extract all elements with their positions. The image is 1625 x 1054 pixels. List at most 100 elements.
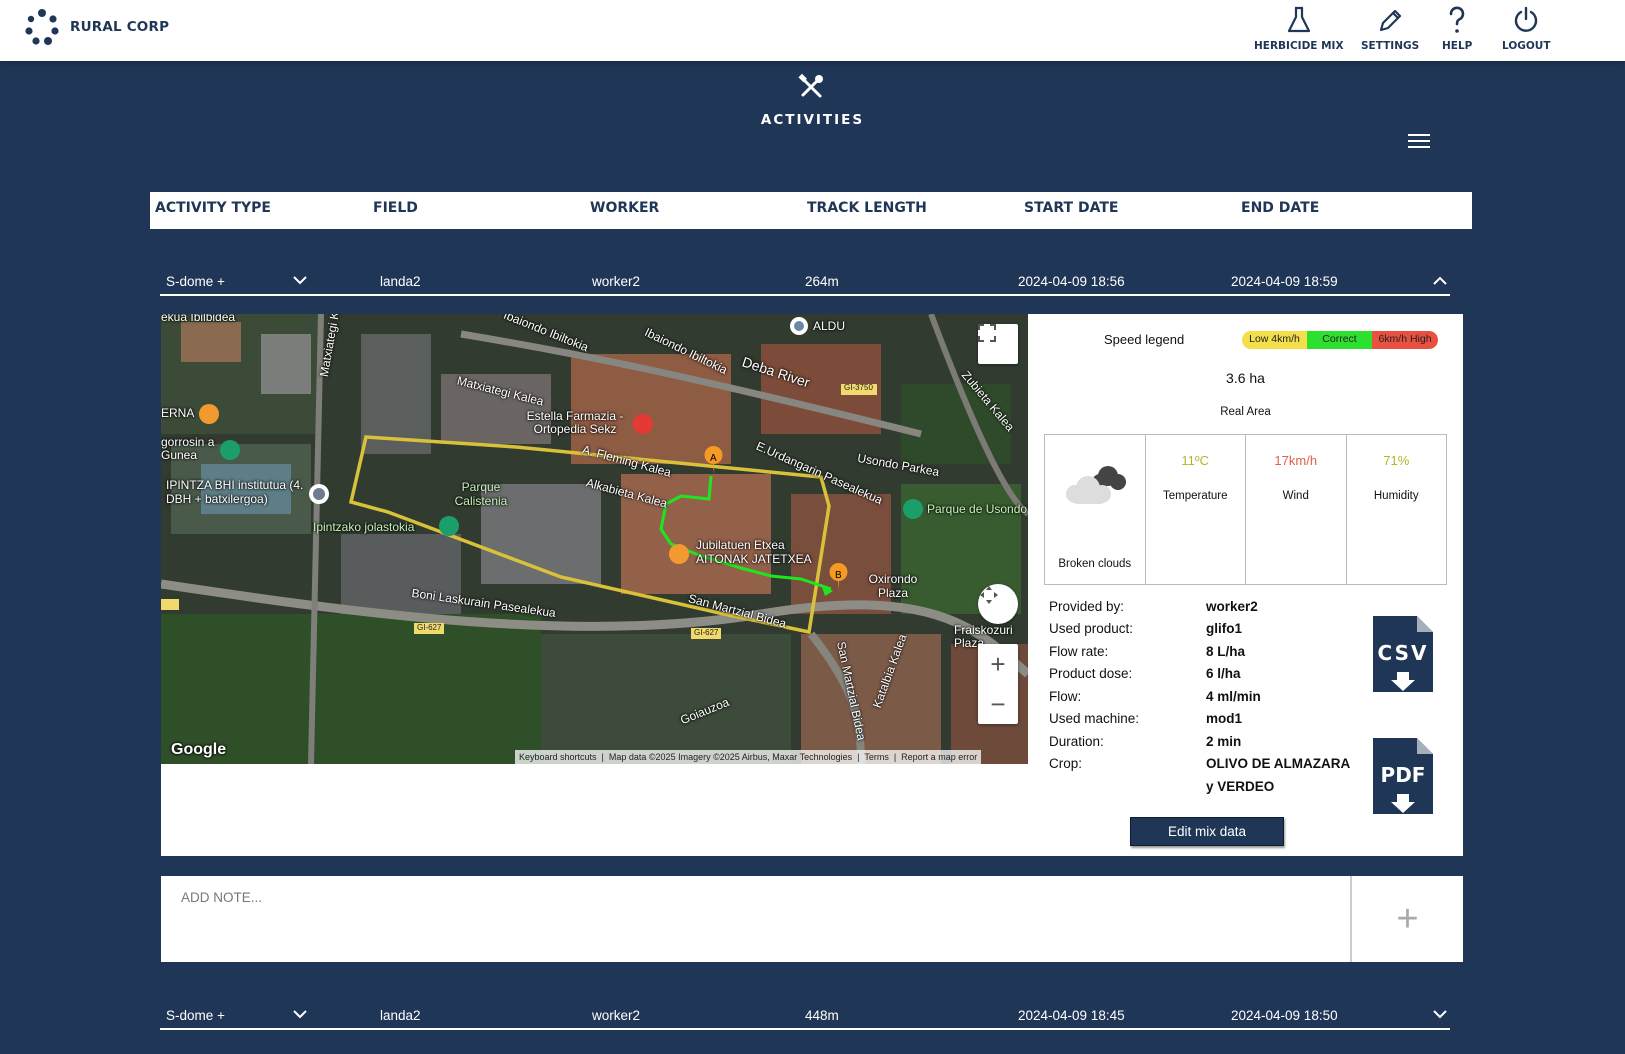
speed-high: 6km/h High bbox=[1372, 331, 1438, 349]
activity-type-select[interactable]: S-dome + bbox=[166, 1008, 225, 1023]
table-row[interactable]: S-dome + landa2 worker2 448m 2024-04-09 … bbox=[160, 1000, 1450, 1030]
detail-value: 4 ml/min bbox=[1206, 689, 1261, 704]
end-date-cell: 2024-04-09 18:59 bbox=[1231, 274, 1338, 289]
add-note-button[interactable]: + bbox=[1352, 876, 1463, 962]
broken-clouds-icon bbox=[1066, 466, 1126, 504]
zoom-control: + − bbox=[978, 644, 1018, 724]
zoom-out-button[interactable]: − bbox=[990, 684, 1005, 724]
google-logo: Google bbox=[171, 741, 227, 758]
nav-settings[interactable]: SETTINGS bbox=[1361, 6, 1419, 52]
track-length-cell: 264m bbox=[805, 274, 839, 289]
map-label: ERNA bbox=[161, 406, 195, 420]
map-label: ALDU bbox=[813, 319, 846, 333]
download-csv-button[interactable]: CSV bbox=[1373, 616, 1433, 697]
weather-panel: Broken clouds 11ºC Temperature 17km/h Wi… bbox=[1044, 434, 1447, 585]
detail-value: mod1 bbox=[1206, 711, 1243, 726]
detail-key: Used machine: bbox=[1049, 711, 1140, 726]
activity-detail-panel: A B ALDU Ibaiondo Ibiltokia Ibaiondo Ibi… bbox=[161, 314, 1463, 856]
map-label: Parque de Usondo bbox=[927, 502, 1028, 516]
table-header: ACTIVITY TYPE FIELD WORKER TRACK LENGTH … bbox=[150, 192, 1472, 229]
column-header: END DATE bbox=[1241, 200, 1320, 216]
logo-icon bbox=[25, 9, 59, 45]
track-length-cell: 448m bbox=[805, 1008, 839, 1023]
field-cell: landa2 bbox=[380, 1008, 421, 1023]
question-icon bbox=[1449, 6, 1465, 33]
weather-humidity: 71% Humidity bbox=[1347, 435, 1447, 584]
speed-correct: Correct bbox=[1307, 331, 1372, 349]
nav-label: HELP bbox=[1442, 40, 1473, 52]
weather-wind: 17km/h Wind bbox=[1246, 435, 1347, 584]
map-label: ekua Ibilbidea bbox=[161, 314, 236, 324]
satellite-map[interactable]: A B ALDU Ibaiondo Ibiltokia Ibaiondo Ibi… bbox=[161, 314, 1028, 764]
chevron-up-icon[interactable] bbox=[1432, 276, 1448, 286]
speed-legend-bar: Low 4km/h Correct 6km/h High bbox=[1242, 331, 1438, 349]
map-label: GI-3750 bbox=[844, 383, 873, 392]
weather-condition-label: Broken clouds bbox=[1058, 558, 1132, 570]
weather-condition: Broken clouds bbox=[1045, 435, 1146, 584]
nav-label: HERBICIDE MIX bbox=[1254, 40, 1344, 52]
area-value: 3.6 ha bbox=[1226, 370, 1265, 386]
humidity-label: Humidity bbox=[1373, 490, 1419, 502]
detail-value: worker2 bbox=[1206, 599, 1258, 614]
pdf-file-icon: PDF bbox=[1373, 738, 1433, 814]
detail-key: Product dose: bbox=[1049, 666, 1133, 681]
flask-icon bbox=[1287, 6, 1310, 33]
map-label: Estella Farmazia - Ortopedia Sekz bbox=[526, 409, 624, 436]
svg-text:PDF: PDF bbox=[1381, 763, 1426, 787]
detail-value: 6 l/ha bbox=[1206, 666, 1241, 681]
page-title: ACTIVITIES bbox=[760, 112, 865, 128]
brand[interactable]: RURAL CORP bbox=[24, 8, 169, 46]
terms-link[interactable]: Terms bbox=[864, 752, 889, 762]
report-error-link[interactable]: Report a map error bbox=[901, 752, 977, 762]
map-camera-control[interactable] bbox=[978, 584, 1018, 624]
nav-label: SETTINGS bbox=[1361, 40, 1420, 52]
detail-key: Duration: bbox=[1049, 734, 1104, 749]
detail-key: Used product: bbox=[1049, 621, 1134, 636]
map-label: Oxirondo Plaza bbox=[868, 572, 918, 600]
zoom-in-button[interactable]: + bbox=[990, 644, 1005, 684]
wind-label: Wind bbox=[1282, 490, 1309, 502]
pan-arrows-icon bbox=[980, 586, 998, 604]
detail-value: 2 min bbox=[1206, 734, 1242, 749]
map-label: Ipintzako jolastokia bbox=[313, 520, 415, 534]
note-box: + bbox=[161, 876, 1463, 962]
chevron-down-icon[interactable] bbox=[292, 275, 308, 285]
chevron-down-icon[interactable] bbox=[1432, 1009, 1448, 1019]
fullscreen-button[interactable] bbox=[978, 324, 1018, 364]
table-row[interactable]: S-dome + landa2 worker2 264m 2024-04-09 … bbox=[160, 266, 1450, 296]
map-label: Jubilatuen Etxea AITONAK JATETXEA bbox=[696, 538, 812, 566]
tools-icon bbox=[798, 73, 823, 98]
hamburger-menu-icon[interactable] bbox=[1408, 134, 1430, 150]
worker-cell: worker2 bbox=[592, 1008, 641, 1023]
pencil-icon bbox=[1379, 9, 1402, 32]
start-date-cell: 2024-04-09 18:45 bbox=[1018, 1008, 1125, 1023]
column-header: WORKER bbox=[590, 200, 660, 216]
detail-key: Crop: bbox=[1049, 756, 1083, 771]
power-icon bbox=[1515, 6, 1538, 32]
nav-logout[interactable]: LOGOUT bbox=[1502, 6, 1550, 52]
activity-type-select[interactable]: S-dome + bbox=[166, 274, 225, 289]
detail-key: Flow rate: bbox=[1049, 644, 1109, 659]
speed-low: Low 4km/h bbox=[1242, 331, 1307, 349]
svg-text:B: B bbox=[835, 570, 842, 581]
nav-herbicide-mix[interactable]: HERBICIDE MIX bbox=[1254, 6, 1344, 52]
humidity-value: 71% bbox=[1383, 453, 1410, 468]
map-canvas[interactable]: A B bbox=[161, 314, 1028, 764]
column-header: FIELD bbox=[373, 200, 418, 216]
map-label: GI-627 bbox=[417, 623, 442, 632]
edit-mix-data-button[interactable]: Edit mix data bbox=[1130, 817, 1284, 846]
detail-key: Provided by: bbox=[1049, 599, 1125, 614]
map-label: Parque Calistenia bbox=[454, 480, 508, 508]
add-note-input[interactable] bbox=[161, 876, 1352, 962]
chevron-down-icon[interactable] bbox=[292, 1009, 308, 1019]
field-cell: landa2 bbox=[380, 274, 421, 289]
map-data-text: Map data ©2025 Imagery ©2025 Airbus, Max… bbox=[608, 752, 853, 762]
download-pdf-button[interactable]: PDF bbox=[1373, 738, 1433, 819]
fullscreen-icon bbox=[978, 324, 996, 342]
nav-help[interactable]: HELP bbox=[1442, 6, 1472, 52]
csv-file-icon: CSV bbox=[1373, 616, 1433, 692]
keyboard-shortcuts-link[interactable]: Keyboard shortcuts bbox=[519, 752, 597, 762]
map-attribution: Keyboard shortcuts | Map data ©2025 Imag… bbox=[515, 750, 982, 764]
brand-name: RURAL CORP bbox=[70, 19, 170, 35]
speed-legend-title: Speed legend bbox=[1104, 332, 1185, 347]
